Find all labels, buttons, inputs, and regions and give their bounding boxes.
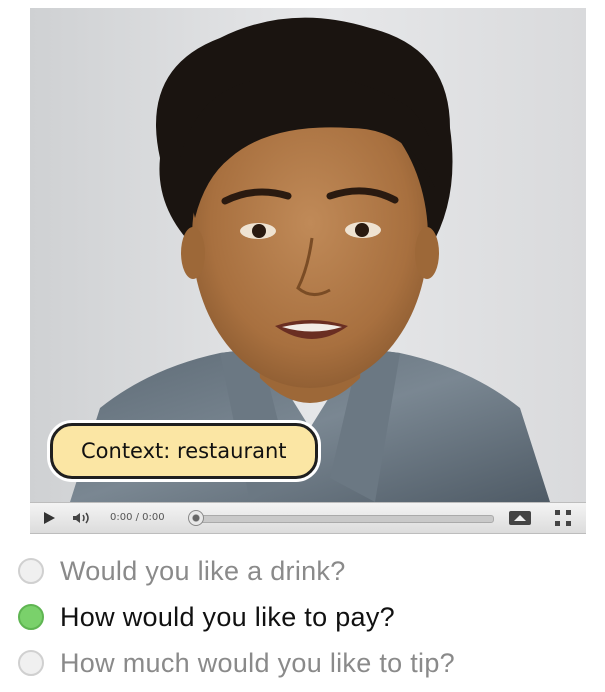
option-tip[interactable]: How much would you like to tip?: [18, 640, 598, 686]
time-readout: 0:00 / 0:00: [110, 512, 165, 523]
radio-selected-icon[interactable]: [18, 604, 44, 630]
radio-unselected-icon[interactable]: [18, 558, 44, 584]
option-label: Would you like a drink?: [60, 555, 346, 586]
option-drink[interactable]: Would you like a drink?: [18, 548, 598, 594]
option-pay[interactable]: How would you like to pay?: [18, 594, 598, 640]
option-label: How much would you like to tip?: [60, 647, 455, 678]
context-label: Context: restaurant: [50, 423, 318, 479]
video-controls-bar: 0:00 / 0:00: [30, 502, 586, 534]
seek-handle[interactable]: [188, 510, 204, 526]
option-label: How would you like to pay?: [60, 601, 395, 632]
fullscreen-icon: [555, 510, 571, 526]
popout-icon: [509, 511, 531, 525]
speaker-icon: [73, 512, 89, 524]
fullscreen-button[interactable]: [550, 503, 576, 533]
play-icon: [44, 512, 55, 524]
seek-bar[interactable]: [200, 515, 494, 523]
video-frame[interactable]: Context: restaurant: [30, 8, 586, 502]
radio-unselected-icon[interactable]: [18, 650, 44, 676]
play-button[interactable]: [38, 503, 60, 533]
answer-options: Would you like a drink? How would you li…: [18, 548, 598, 686]
volume-button[interactable]: [68, 503, 96, 533]
popout-button[interactable]: [506, 503, 534, 533]
